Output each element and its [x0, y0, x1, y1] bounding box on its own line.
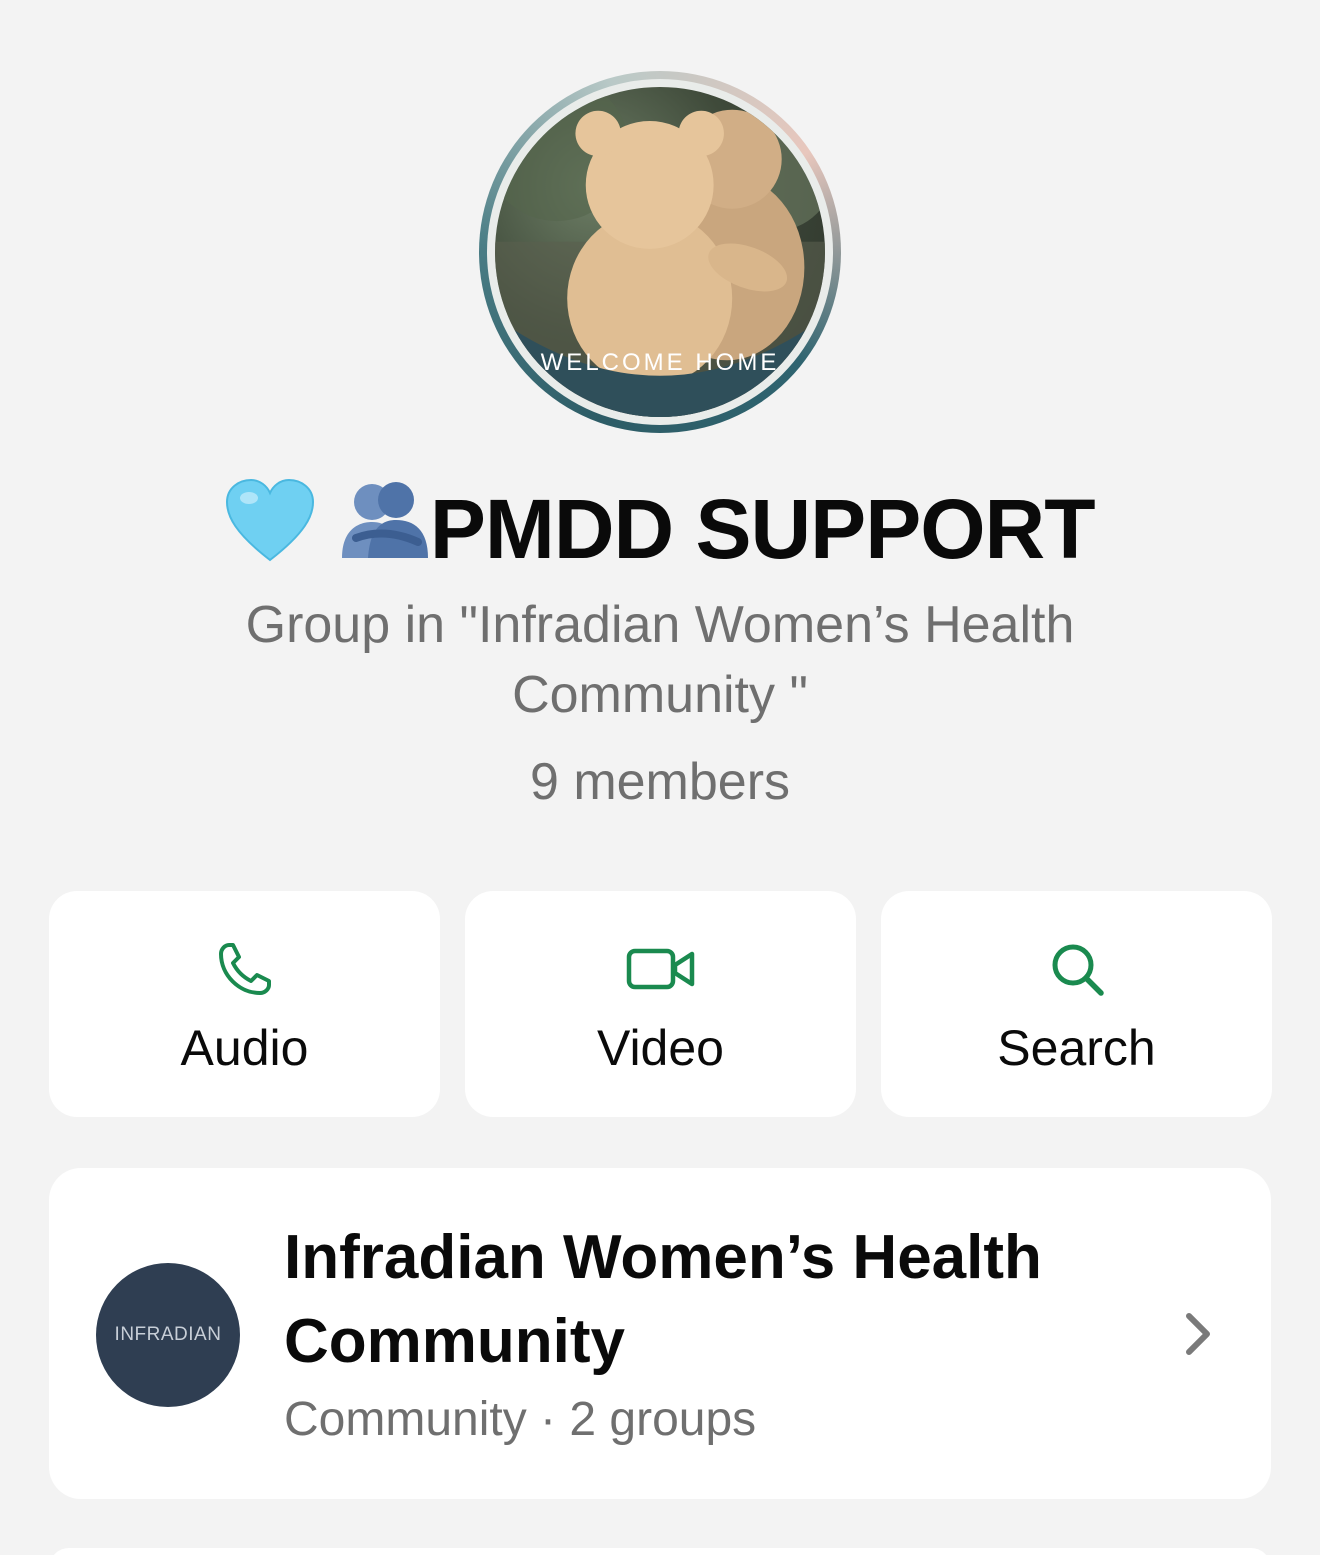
audio-label: Audio — [180, 1020, 309, 1076]
people-hugging-icon — [338, 478, 430, 584]
video-label: Video — [597, 1020, 724, 1076]
phone-icon — [218, 943, 271, 995]
group-title: PMDD SUPPORT — [0, 478, 1320, 584]
members-count[interactable]: 9 members — [0, 752, 1320, 812]
chevron-right-icon — [1186, 1313, 1210, 1355]
group-avatar[interactable]: WELCOME HOME — [479, 71, 841, 433]
avatar-caption: WELCOME HOME — [540, 349, 780, 376]
group-title-text: PMDD SUPPORT — [429, 482, 1096, 576]
teddy-bears-image: WELCOME HOME — [495, 87, 825, 417]
next-card-edge — [49, 1548, 1271, 1555]
group-info-page: WELCOME HOME PMDD SUPPORT Group in "Infr… — [0, 0, 1320, 1555]
community-row[interactable]: INFRADIAN Infradian Women’s Health Commu… — [49, 1168, 1271, 1499]
community-meta: Community · 2 groups — [284, 1393, 757, 1446]
search-icon — [1052, 944, 1104, 996]
group-subtitle[interactable]: Group in "Infradian Women’s Health Commu… — [160, 590, 1160, 730]
community-name: Infradian Women’s Health Community — [284, 1223, 1042, 1376]
audio-call-button[interactable]: Audio — [49, 891, 440, 1117]
community-logo-text: INFRADIAN — [114, 1324, 222, 1345]
community-logo: INFRADIAN — [96, 1263, 240, 1407]
video-call-button[interactable]: Video — [465, 891, 856, 1117]
light-blue-heart-icon — [225, 478, 315, 584]
search-button[interactable]: Search — [881, 891, 1272, 1117]
video-camera-icon — [626, 948, 694, 990]
search-label: Search — [997, 1020, 1156, 1076]
